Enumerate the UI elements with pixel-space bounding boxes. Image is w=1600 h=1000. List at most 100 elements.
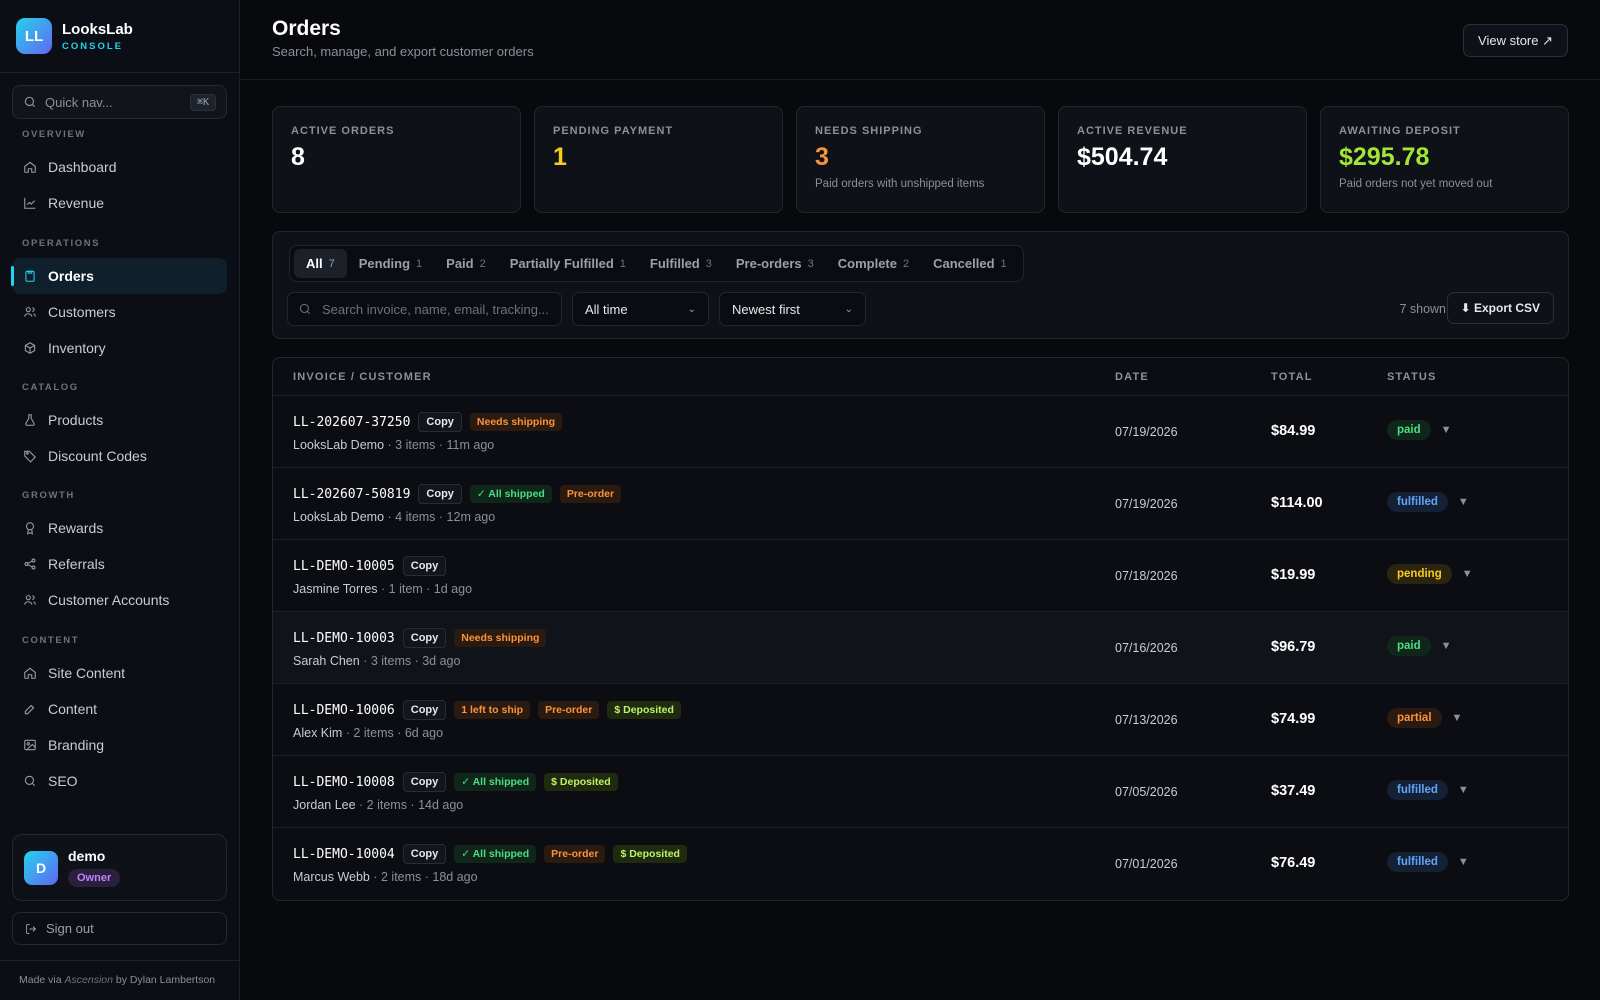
sign-out-button[interactable]: Sign out (12, 912, 227, 945)
sidebar-item-customer-accounts[interactable]: Customer Accounts (12, 582, 227, 618)
tab-label: Complete (837, 256, 897, 271)
status-badge[interactable]: fulfilled (1387, 780, 1448, 800)
sidebar-item-content[interactable]: Content (12, 691, 227, 727)
table-row[interactable]: LL-DEMO-10003 Copy Needs shipping Sarah … (273, 612, 1568, 684)
table-row[interactable]: LL-DEMO-10004 Copy ✓ All shipped Pre-orde… (273, 828, 1568, 900)
user-card[interactable]: D demo Owner (12, 834, 227, 901)
order-total: $114.00 (1271, 495, 1323, 511)
tab-count: 7 (328, 257, 335, 270)
invoice-number[interactable]: LL-202607-50819 (293, 487, 410, 502)
invoice-number[interactable]: LL-DEMO-10003 (293, 631, 395, 646)
status-badge[interactable]: partial (1387, 708, 1442, 728)
chevron-down-icon[interactable]: ▼ (1462, 568, 1473, 580)
chevron-down-icon[interactable]: ▼ (1458, 496, 1469, 508)
status-control[interactable]: paid ▼ (1387, 636, 1452, 656)
share-icon (24, 558, 36, 570)
status-badge[interactable]: pending (1387, 564, 1452, 584)
tab-partially-fulfilled[interactable]: Partially Fulfilled 1 (498, 249, 638, 278)
chevron-down-icon[interactable]: ▼ (1458, 784, 1469, 796)
order-badge: Pre-order (544, 845, 606, 863)
customer-info: Marcus Webb · 2 items · 18d ago (293, 870, 478, 884)
clipboard-icon (25, 270, 35, 282)
tab-pre-orders[interactable]: Pre-orders 3 (724, 249, 826, 278)
customer-name: Sarah Chen (293, 654, 360, 668)
sidebar-item-referrals[interactable]: Referrals (12, 546, 227, 582)
stat-card: ACTIVE ORDERS 8 (272, 106, 521, 213)
page-subtitle: Search, manage, and export customer orde… (272, 44, 534, 59)
status-control[interactable]: fulfilled ▼ (1387, 492, 1469, 512)
main-content: Orders Search, manage, and export custom… (240, 0, 1600, 1000)
sidebar-item-orders[interactable]: Orders (11, 258, 227, 294)
customer-name: Marcus Webb (293, 870, 370, 884)
image-icon (24, 739, 36, 751)
customer-name: Alex Kim (293, 726, 343, 740)
tab-cancelled[interactable]: Cancelled 1 (921, 249, 1019, 278)
sidebar-item-branding[interactable]: Branding (12, 727, 227, 763)
tab-complete[interactable]: Complete 2 (826, 249, 921, 278)
sidebar-item-label: Orders (48, 268, 94, 284)
copy-button[interactable]: Copy (418, 412, 462, 432)
tab-count: 1 (416, 257, 423, 270)
status-badge[interactable]: paid (1387, 636, 1431, 656)
table-row[interactable]: LL-DEMO-10008 Copy ✓ All shipped $ Deposi… (273, 756, 1568, 828)
table-row[interactable]: LL-DEMO-10006 Copy 1 left to ship Pre-ord… (273, 684, 1568, 756)
credit-product[interactable]: Ascension (65, 974, 113, 986)
brand[interactable]: LL LooksLab CONSOLE (0, 0, 239, 73)
sidebar-item-rewards[interactable]: Rewards (12, 510, 227, 546)
copy-button[interactable]: Copy (418, 484, 462, 504)
table-row[interactable]: LL-202607-37250 Copy Needs shipping Look… (273, 396, 1568, 468)
sidebar-item-customers[interactable]: Customers (12, 294, 227, 330)
tab-pending[interactable]: Pending 1 (347, 249, 434, 278)
sidebar-item-seo[interactable]: SEO (12, 763, 227, 799)
col-date: DATE (1115, 371, 1149, 383)
tab-paid[interactable]: Paid 2 (434, 249, 498, 278)
tab-all[interactable]: All 7 (294, 249, 347, 278)
status-control[interactable]: fulfilled ▼ (1387, 852, 1469, 872)
copy-button[interactable]: Copy (402, 844, 447, 864)
status-control[interactable]: pending ▼ (1387, 564, 1473, 584)
chevron-down-icon[interactable]: ▼ (1458, 856, 1469, 868)
chevron-down-icon[interactable]: ▼ (1441, 424, 1452, 436)
tab-label: Paid (446, 256, 474, 271)
status-badge[interactable]: fulfilled (1387, 852, 1448, 872)
order-search[interactable] (287, 292, 562, 326)
time-range-select[interactable]: All time ⌄ (572, 292, 709, 326)
sort-select[interactable]: Newest first ⌄ (719, 292, 866, 326)
status-tabs: All 7 Pending 1 Paid 2 Partially Fulfill… (289, 245, 1024, 282)
quick-nav-input[interactable]: Quick nav... ⌘K (12, 85, 227, 119)
copy-button[interactable]: Copy (402, 556, 447, 576)
search-input[interactable] (321, 301, 551, 317)
invoice-number[interactable]: LL-DEMO-10004 (293, 847, 395, 862)
invoice-number[interactable]: LL-DEMO-10005 (293, 559, 395, 574)
chevron-down-icon[interactable]: ▼ (1441, 640, 1452, 652)
sidebar-item-discount-codes[interactable]: Discount Codes (12, 438, 227, 474)
order-badge: $ Deposited (607, 701, 681, 719)
status-control[interactable]: paid ▼ (1387, 420, 1452, 440)
invoice-number[interactable]: LL-DEMO-10008 (293, 775, 395, 790)
copy-button[interactable]: Copy (402, 628, 447, 648)
invoice-number[interactable]: LL-DEMO-10006 (293, 703, 395, 718)
copy-button[interactable]: Copy (402, 772, 447, 792)
stat-label: NEEDS SHIPPING (815, 125, 923, 137)
status-control[interactable]: fulfilled ▼ (1387, 780, 1469, 800)
order-total: $76.49 (1271, 855, 1316, 871)
tab-fulfilled[interactable]: Fulfilled 3 (638, 249, 724, 278)
status-badge[interactable]: paid (1387, 420, 1431, 440)
sidebar-item-inventory[interactable]: Inventory (12, 330, 227, 366)
chevron-down-icon[interactable]: ▼ (1452, 712, 1463, 724)
sidebar-item-revenue[interactable]: Revenue (12, 185, 227, 221)
sidebar-item-products[interactable]: Products (12, 402, 227, 438)
sidebar-item-dashboard[interactable]: Dashboard (12, 149, 227, 185)
box-icon (24, 342, 36, 354)
sidebar-item-label: Referrals (48, 556, 105, 572)
status-control[interactable]: partial ▼ (1387, 708, 1462, 728)
sidebar-item-site-content[interactable]: Site Content (12, 655, 227, 691)
status-badge[interactable]: fulfilled (1387, 492, 1448, 512)
order-meta: · 2 items · 6d ago (342, 726, 444, 740)
table-row[interactable]: LL-202607-50819 Copy ✓ All shipped Pre-or… (273, 468, 1568, 540)
export-csv-button[interactable]: ⬇ Export CSV (1446, 292, 1554, 324)
table-row[interactable]: LL-DEMO-10005 Copy Jasmine Torres · 1 it… (273, 540, 1568, 612)
copy-button[interactable]: Copy (402, 700, 447, 720)
invoice-number[interactable]: LL-202607-37250 (293, 415, 410, 430)
view-store-button[interactable]: View store ↗ (1463, 24, 1568, 57)
